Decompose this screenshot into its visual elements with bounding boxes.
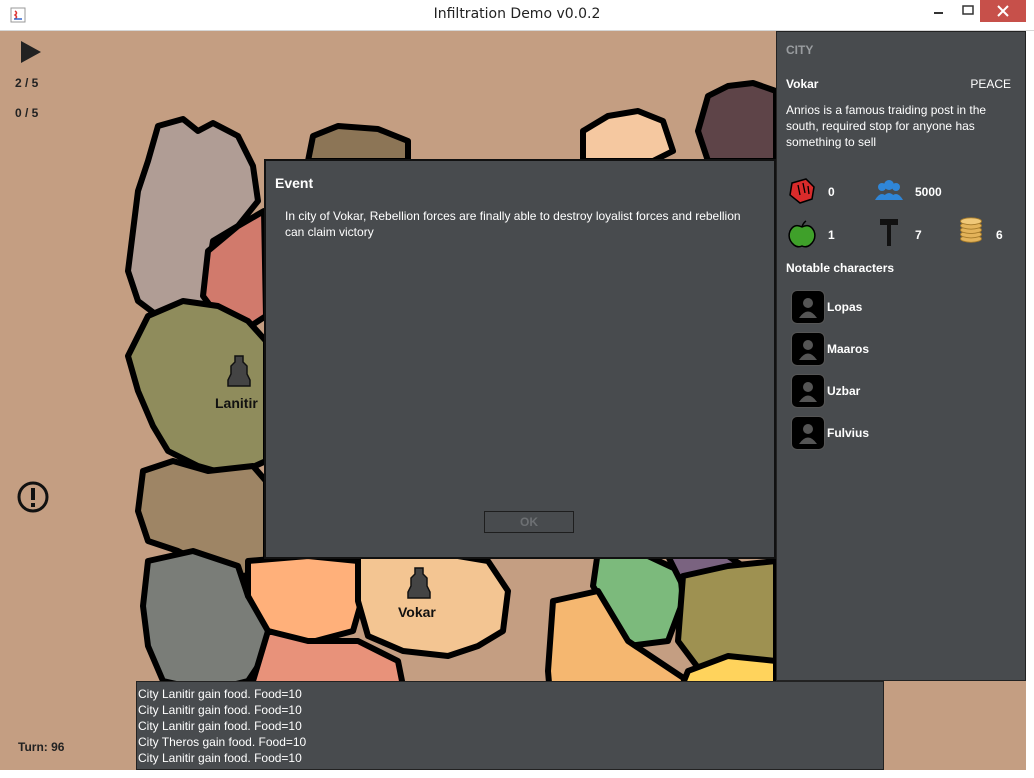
dialog-title: Event <box>275 175 314 191</box>
turn-counter: Turn: 96 <box>18 740 65 754</box>
population-value: 5000 <box>915 185 942 199</box>
character-item[interactable]: Fulvius <box>791 416 991 450</box>
unrest-fist-icon <box>789 178 815 204</box>
close-icon <box>997 5 1009 17</box>
log-line: City Theros gain food. Food=10 <box>138 735 307 749</box>
city-description: Anrios is a famous traiding post in the … <box>786 103 987 149</box>
city-label-lanitir[interactable]: Lanitir <box>215 395 258 411</box>
character-name: Uzbar <box>827 384 861 398</box>
character-avatar <box>791 332 825 366</box>
maximize-icon <box>962 5 974 15</box>
alert-icon[interactable] <box>16 480 50 514</box>
region-north-brown <box>305 123 411 164</box>
log-line: City Lanitir gain food. Food=10 <box>138 719 302 733</box>
food-value: 1 <box>828 228 835 242</box>
window-title: Infiltration Demo v0.0.2 <box>433 6 601 22</box>
event-log[interactable]: City Lanitir gain food. Food=10 City Lan… <box>136 681 884 770</box>
bottom-frame <box>0 770 1034 778</box>
character-item[interactable]: Maaros <box>791 332 991 366</box>
production-hammer-icon <box>880 219 898 246</box>
production-value: 7 <box>915 228 922 242</box>
person-icon <box>799 298 817 318</box>
close-button[interactable] <box>980 0 1026 22</box>
event-dialog: Event In city of Vokar, Rebellion forces… <box>264 159 776 559</box>
population-icon <box>875 180 903 200</box>
ok-button[interactable]: OK <box>484 511 574 533</box>
character-name: Fulvius <box>827 426 870 440</box>
minimize-icon <box>934 12 943 14</box>
character-avatar <box>791 416 825 450</box>
gold-value: 6 <box>996 228 1003 242</box>
city-panel: CITY Vokar PEACE Anrios is a famous trai… <box>776 31 1026 681</box>
play-icon[interactable] <box>19 40 43 64</box>
character-name: Lopas <box>827 300 863 314</box>
character-avatar <box>791 374 825 408</box>
notable-characters-title: Notable characters <box>786 261 895 275</box>
city-state-badge: PEACE <box>970 77 1011 91</box>
person-icon <box>799 424 817 444</box>
title-bar: Infiltration Demo v0.0.2 <box>0 0 1034 31</box>
food-apple-icon <box>788 220 816 248</box>
person-icon <box>799 340 817 360</box>
dialog-message: In city of Vokar, Rebellion forces are f… <box>285 209 741 239</box>
minimize-button[interactable] <box>924 0 954 22</box>
log-line: City Lanitir gain food. Food=10 <box>138 687 302 701</box>
city-name: Vokar <box>786 77 819 91</box>
lanitir-castle-icon[interactable] <box>226 354 252 388</box>
vokar-castle-icon[interactable] <box>406 566 432 600</box>
character-name: Maaros <box>827 342 870 356</box>
agents-counter: 2 / 5 <box>15 76 39 90</box>
unrest-value: 0 <box>828 185 835 199</box>
log-line: City Lanitir gain food. Food=10 <box>138 703 302 717</box>
character-item[interactable]: Uzbar <box>791 374 991 408</box>
log-line: City Lanitir gain food. Food=10 <box>138 751 302 765</box>
left-frame <box>0 31 8 778</box>
operations-counter: 0 / 5 <box>15 106 39 120</box>
person-icon <box>799 382 817 402</box>
right-frame <box>1026 31 1034 778</box>
gold-coins-icon <box>960 217 982 243</box>
character-item[interactable]: Lopas <box>791 290 991 324</box>
region-lanitir <box>125 298 269 479</box>
city-label-vokar[interactable]: Vokar <box>398 604 436 620</box>
region-north-peach <box>580 108 676 164</box>
panel-header: CITY <box>786 43 814 57</box>
character-avatar <box>791 290 825 324</box>
region-northeast <box>695 80 776 164</box>
